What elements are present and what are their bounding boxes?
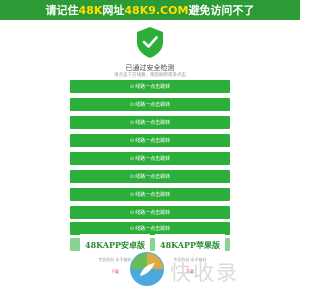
route-button-label: 线路一点击跳转	[135, 192, 171, 198]
watermark-text: 快收录	[170, 261, 239, 285]
arrow-circle-icon: ⊙	[129, 191, 135, 198]
ios-app-title: 48KAPP苹果版	[160, 240, 220, 250]
banner-domain: 48K9.COM	[124, 3, 189, 17]
android-app-title: 48KAPP安卓版	[85, 240, 145, 250]
route-button-1[interactable]: ⊙ 线路一点击跳转	[70, 80, 230, 93]
route-button-8[interactable]: ⊙ 线路一点击跳转	[70, 206, 230, 219]
shield-check-icon	[137, 27, 163, 58]
arrow-circle-icon: ⊙	[129, 173, 135, 180]
route-button-label: 线路一点击跳转	[135, 102, 171, 108]
banner-prefix: 请记住	[45, 4, 79, 17]
route-button-label: 线路一点击跳转	[135, 84, 171, 90]
route-button-2[interactable]: ⊙ 线路一点击跳转	[70, 98, 230, 111]
route-button-7[interactable]: ⊙ 线路一点击跳转	[70, 188, 230, 201]
verified-subtitle: 请点击下方线路，稍后刷新或多点击	[114, 73, 186, 78]
banner-mid: 网址	[102, 4, 125, 17]
route-button-3[interactable]: ⊙ 线路一点击跳转	[70, 116, 230, 129]
route-button-5[interactable]: ⊙ 线路一点击跳转	[70, 152, 230, 165]
route-button-label: 线路一点击跳转	[135, 120, 171, 126]
arrow-circle-icon: ⊙	[129, 137, 135, 144]
arrow-circle-icon: ⊙	[129, 155, 135, 162]
banner-domain-short: 48K	[78, 3, 103, 17]
route-button-label: 线路一点击跳转	[135, 226, 171, 232]
route-button-label: 线路一点击跳转	[135, 210, 171, 216]
route-button-label: 线路一点击跳转	[135, 156, 171, 162]
arrow-circle-icon: ⊙	[129, 225, 135, 232]
route-button-4[interactable]: ⊙ 线路一点击跳转	[70, 134, 230, 147]
route-button-label: 线路一点击跳转	[135, 174, 171, 180]
banner-suffix: 避免访问不了	[188, 4, 255, 17]
arrow-circle-icon: ⊙	[129, 209, 135, 216]
route-button-label: 线路一点击跳转	[135, 138, 171, 144]
top-banner: 请记住 48K 网址 48K9.COM 避免访问不了	[0, 0, 300, 20]
arrow-circle-icon: ⊙	[129, 83, 135, 90]
arrow-circle-icon: ⊙	[129, 119, 135, 126]
arrow-circle-icon: ⊙	[129, 101, 135, 108]
watermark-logo-icon	[130, 252, 164, 286]
route-button-6[interactable]: ⊙ 线路一点击跳转	[70, 170, 230, 183]
